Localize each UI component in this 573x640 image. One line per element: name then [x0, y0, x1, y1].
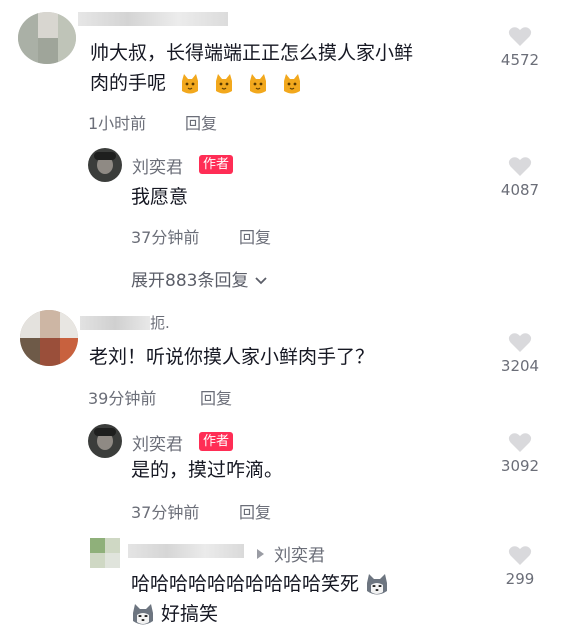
comment-time: 39分钟前 — [88, 389, 157, 408]
heart-icon — [508, 546, 532, 565]
reply-time: 37分钟前 — [131, 228, 200, 247]
author-name[interactable]: 刘奕君 — [132, 153, 183, 178]
reply-text: 哈哈哈哈哈哈哈哈哈哈笑死 好搞笑 — [131, 569, 491, 629]
like-button[interactable]: 299 — [500, 545, 540, 588]
author-tag: 作者 — [199, 155, 234, 174]
author-avatar[interactable] — [88, 148, 122, 182]
reply-text-line2: 好搞笑 — [161, 603, 219, 625]
comment-text: 帅大叔，长得端端正正怎么摸人家小鲜 肉的手呢 — [90, 38, 490, 98]
reply-text: 是的，摸过咋滴。 — [131, 459, 284, 481]
like-count: 3092 — [500, 457, 540, 475]
reply-button[interactable]: 回复 — [185, 110, 217, 134]
avatar[interactable] — [20, 310, 78, 366]
husky-face-emoji-icon — [365, 573, 389, 595]
blurred-username[interactable] — [128, 544, 244, 558]
chevron-down-icon — [254, 271, 268, 291]
reply-text: 我愿意 — [131, 186, 189, 208]
reply-text-line1: 哈哈哈哈哈哈哈哈哈哈笑死 — [131, 573, 360, 595]
reply-to-name[interactable]: 刘奕君 — [274, 541, 325, 566]
husky-face-emoji-icon — [131, 603, 161, 625]
heart-icon — [508, 433, 532, 452]
heart-icon — [508, 157, 532, 176]
like-count: 4087 — [500, 181, 540, 199]
heart-icon — [508, 333, 532, 352]
like-count: 299 — [505, 570, 535, 588]
author-avatar[interactable] — [88, 424, 122, 458]
cat-face-emoji-icon — [172, 72, 302, 94]
reply-arrow-icon — [256, 545, 265, 564]
author-tag: 作者 — [199, 432, 234, 451]
comment-text-line2: 肉的手呢 — [90, 72, 167, 94]
comment-text-line1: 帅大叔，长得端端正正怎么摸人家小鲜 — [90, 42, 414, 64]
like-count: 4572 — [500, 51, 540, 69]
blurred-username[interactable] — [78, 12, 228, 26]
reply-button[interactable]: 回复 — [239, 224, 271, 248]
reply-button[interactable]: 回复 — [239, 499, 271, 523]
like-count: 3204 — [500, 357, 540, 375]
username-suffix: 扼. — [150, 314, 170, 332]
like-button[interactable]: 3092 — [500, 432, 540, 475]
like-button[interactable]: 4572 — [500, 26, 540, 69]
heart-icon — [508, 27, 532, 46]
comment-time: 1小时前 — [88, 114, 147, 133]
reply-button[interactable]: 回复 — [200, 385, 232, 409]
reply-time: 37分钟前 — [131, 503, 200, 522]
avatar[interactable] — [18, 12, 76, 64]
like-button[interactable]: 4087 — [500, 156, 540, 199]
like-button[interactable]: 3204 — [500, 332, 540, 375]
blurred-username[interactable] — [80, 316, 150, 330]
comment-text: 老刘！听说你摸人家小鲜肉手了？ — [89, 346, 375, 368]
author-name[interactable]: 刘奕君 — [132, 430, 183, 455]
expand-replies-button[interactable]: 展开883条回复 — [131, 266, 268, 291]
avatar[interactable] — [90, 538, 120, 568]
expand-replies-label: 展开883条回复 — [131, 271, 249, 291]
